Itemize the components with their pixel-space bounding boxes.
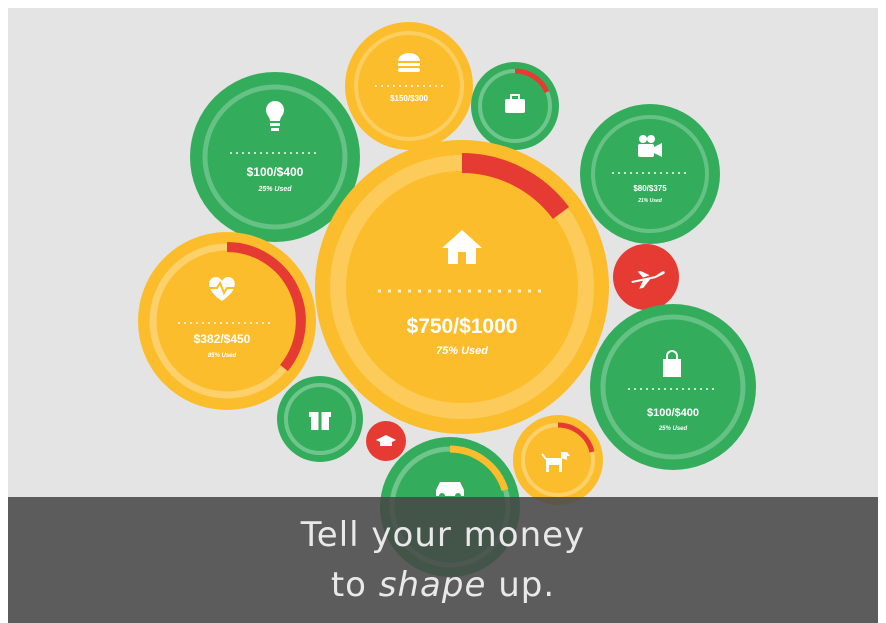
entertainment-amount: $80/$375	[633, 184, 667, 193]
bubble-pets[interactable]	[513, 415, 603, 505]
caption-banner: Tell your money to shape up.	[8, 497, 878, 623]
caption-emphasis: shape	[378, 565, 487, 605]
home-amount: $750/$1000	[407, 315, 518, 338]
caption-line-1: Tell your money	[300, 515, 586, 555]
bubble-health[interactable]: $382/$450 85% Used	[138, 232, 316, 410]
caption-line-2-prefix: to	[330, 565, 379, 605]
bubble-home[interactable]: $750/$1000 75% Used	[315, 140, 609, 434]
bubble-work[interactable]	[471, 62, 559, 150]
bubble-education[interactable]	[366, 421, 406, 461]
utilities-used: 25% Used	[257, 186, 292, 193]
shopping-amount: $100/$400	[647, 407, 699, 419]
entertainment-used: 21% Used	[637, 198, 663, 204]
utilities-amount: $100/$400	[247, 165, 304, 179]
gift-icon	[309, 412, 331, 430]
home-used: 75% Used	[436, 345, 488, 357]
shopping-used: 25% Used	[658, 426, 688, 432]
bubble-shopping[interactable]: $100/$400 25% Used	[590, 304, 756, 470]
bubble-food[interactable]: $150/$300	[345, 22, 473, 150]
caption-line-2-suffix: up.	[486, 565, 556, 605]
food-amount: $150/$300	[390, 94, 428, 103]
caption-line-2: to shape up.	[8, 565, 878, 605]
bubble-gifts[interactable]	[277, 376, 363, 462]
bubble-entertainment[interactable]: $80/$375 21% Used	[580, 104, 720, 244]
health-amount: $382/$450	[194, 332, 251, 346]
promo-screen: $100/$400 25% Used $150/$300 $80/$375 21…	[0, 0, 886, 623]
bubble-travel[interactable]	[613, 244, 679, 310]
health-used: 85% Used	[208, 353, 237, 359]
